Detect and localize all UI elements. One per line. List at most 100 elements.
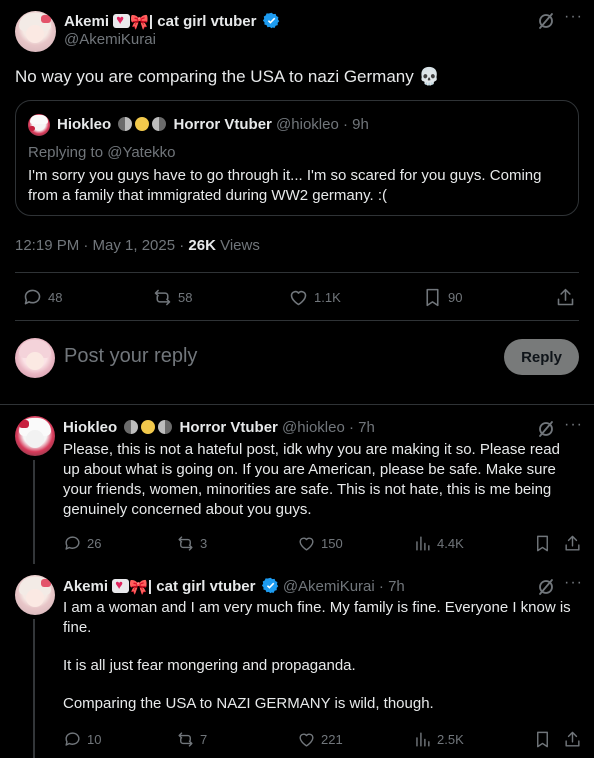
- like-button[interactable]: 221: [297, 730, 343, 749]
- avatar[interactable]: [15, 11, 56, 52]
- replying-to: Replying to @Yatekko: [28, 144, 176, 161]
- reply-text: Please, this is not a hateful post, idk …: [63, 441, 560, 518]
- heart-letter-emoji-icon: [112, 577, 130, 593]
- share-button[interactable]: [563, 534, 582, 553]
- timestamp-text: 12:19 PM · May 1, 2025 ·: [15, 237, 189, 254]
- share-icon: [557, 288, 574, 306]
- author-name-text: cat girl vtuber: [157, 13, 257, 30]
- author-name-separator: |: [148, 13, 154, 30]
- bookmark-button[interactable]: [533, 730, 552, 749]
- bookmark-icon: [537, 535, 548, 552]
- bookmark-icon: [537, 731, 548, 748]
- more-icon[interactable]: ···: [564, 8, 583, 26]
- reply-text-paragraph: It is all just fear mongering and propag…: [63, 657, 356, 674]
- author-name-prefix: Akemi: [64, 13, 110, 30]
- quoted-author-handle: @hiokleo: [276, 116, 339, 133]
- share-button[interactable]: [563, 730, 582, 749]
- quoted-header: Hiokleo Horror Vtuber @hiokleo · 9h: [57, 116, 369, 133]
- views-count: 2.5K: [437, 732, 464, 747]
- reply-time[interactable]: · 7h: [379, 578, 405, 595]
- views-label: Views: [215, 237, 260, 254]
- reply-input[interactable]: Post your reply: [64, 345, 484, 368]
- repost-button[interactable]: 58: [152, 287, 192, 308]
- divider: [0, 404, 594, 405]
- thread-line: [33, 619, 35, 758]
- like-icon: [299, 733, 314, 747]
- reply-button[interactable]: 48: [22, 287, 62, 308]
- repost-count: 7: [200, 732, 208, 747]
- reply-time[interactable]: · 7h: [349, 419, 375, 436]
- bookmark-icon: [426, 288, 439, 307]
- reply-author-name-prefix: Akemi: [63, 578, 109, 595]
- repost-button[interactable]: 7: [176, 730, 207, 749]
- reply-author-title: Horror Vtuber: [179, 419, 278, 436]
- share-button[interactable]: [555, 287, 576, 308]
- like-icon: [290, 290, 307, 306]
- author-name[interactable]: Akemi 🎀| cat girl vtuber: [64, 12, 280, 31]
- grok-icon[interactable]: [536, 11, 556, 31]
- reply-icon: [65, 536, 80, 550]
- reply-author-name[interactable]: Akemi 🎀| cat girl vtuber @AkemiKurai · 7…: [63, 577, 405, 596]
- more-icon[interactable]: ···: [564, 574, 583, 592]
- divider: [15, 272, 579, 273]
- reply-text-paragraph: I am a woman and I am very much fine. My…: [63, 599, 571, 636]
- reply-icon: [24, 289, 41, 305]
- repost-icon: [154, 289, 171, 306]
- divider: [15, 320, 579, 321]
- grok-icon[interactable]: [536, 577, 556, 597]
- bookmark-count: 90: [448, 290, 463, 305]
- thread-line: [33, 460, 35, 564]
- reply-author-name-separator: |: [147, 578, 153, 595]
- verified-badge-icon: [262, 12, 279, 29]
- moon-phases-emoji-icon: [124, 419, 175, 436]
- grok-icon[interactable]: [536, 419, 556, 439]
- reply-author-name-text: cat girl vtuber: [156, 578, 256, 595]
- moon-phases-emoji-icon: [118, 116, 169, 133]
- reply-author-handle[interactable]: @AkemiKurai: [283, 578, 375, 595]
- reply-author-name[interactable]: Hiokleo: [63, 419, 117, 436]
- like-count: 221: [321, 732, 343, 747]
- reply-button[interactable]: 26: [63, 534, 101, 553]
- views-icon: [416, 536, 430, 551]
- reply-author-handle[interactable]: @hiokleo: [282, 419, 345, 436]
- composer-avatar[interactable]: [15, 338, 55, 378]
- like-icon: [299, 537, 314, 551]
- repost-count: 58: [178, 290, 193, 305]
- quoted-author-title: Horror Vtuber: [173, 116, 272, 133]
- reply-text: I am a woman and I am very much fine. My…: [63, 598, 578, 714]
- like-count: 150: [321, 536, 343, 551]
- bookmark-button[interactable]: 90: [422, 287, 462, 308]
- quoted-post-time: · 9h: [342, 116, 369, 133]
- reply-icon: [65, 732, 80, 746]
- heart-letter-emoji-icon: [113, 12, 131, 28]
- reply-count: 48: [48, 290, 63, 305]
- verified-badge-icon: [261, 577, 278, 594]
- quoted-text: I'm sorry you guys have to go through it…: [28, 167, 542, 204]
- ribbon-emoji-icon: 🎀: [129, 579, 148, 596]
- reply-count: 10: [87, 732, 102, 747]
- like-button[interactable]: 150: [297, 534, 343, 553]
- views-count: 4.4K: [437, 536, 464, 551]
- post-timestamp: 12:19 PM · May 1, 2025 · 26K Views: [15, 237, 260, 254]
- share-icon: [565, 731, 580, 747]
- more-icon[interactable]: ···: [564, 416, 583, 434]
- avatar[interactable]: [15, 575, 55, 615]
- quoted-avatar: [28, 114, 50, 136]
- reply-button[interactable]: 10: [63, 730, 101, 749]
- views-icon: [416, 732, 430, 747]
- like-button[interactable]: 1.1K: [288, 287, 341, 308]
- avatar[interactable]: [15, 416, 55, 456]
- share-icon: [565, 535, 580, 551]
- repost-count: 3: [200, 536, 208, 551]
- reply-count: 26: [87, 536, 102, 551]
- reply-submit-button[interactable]: Reply: [504, 339, 579, 375]
- bookmark-button[interactable]: [533, 534, 552, 553]
- like-count: 1.1K: [314, 290, 341, 305]
- repost-button[interactable]: 3: [176, 534, 207, 553]
- views-button[interactable]: 4.4K: [413, 534, 464, 553]
- repost-icon: [178, 732, 193, 747]
- post-text: No way you are comparing the USA to nazi…: [15, 66, 440, 88]
- author-handle[interactable]: @AkemiKurai: [64, 31, 156, 48]
- views-button[interactable]: 2.5K: [413, 730, 464, 749]
- reply-text-paragraph: Comparing the USA to NAZI GERMANY is wil…: [63, 695, 434, 712]
